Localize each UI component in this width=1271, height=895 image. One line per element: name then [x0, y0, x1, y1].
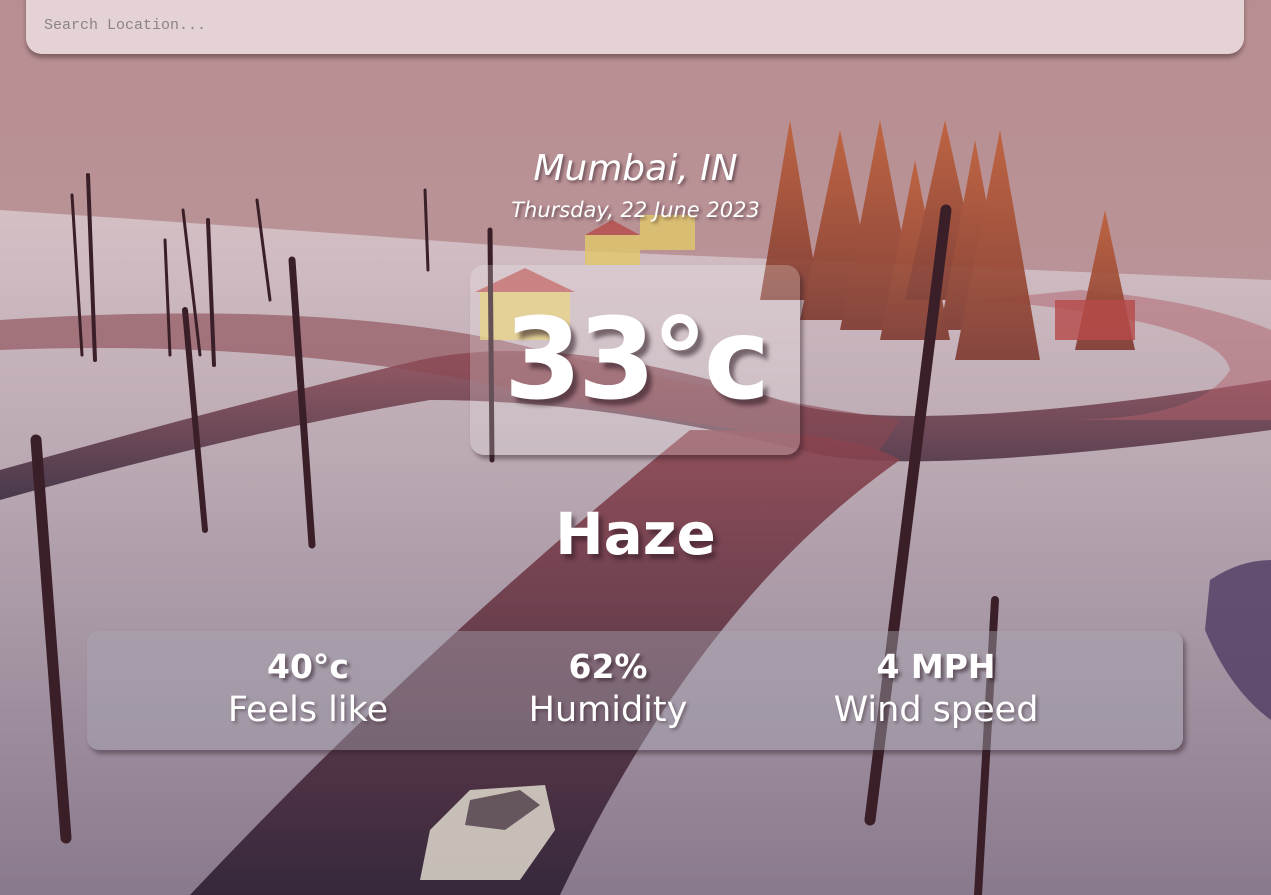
humidity-value: 62% [568, 647, 648, 686]
weather-condition: Haze [555, 500, 716, 568]
humidity-stat: 62% Humidity [529, 645, 688, 731]
feels-like-value: 40°c [267, 647, 349, 686]
wind-speed-stat: 4 MPH Wind speed [834, 645, 1039, 731]
humidity-label: Humidity [528, 690, 688, 730]
feels-like-label: Feels like [227, 690, 389, 730]
temperature-card: 33°c [470, 265, 800, 455]
wind-speed-value: 4 MPH [876, 647, 996, 686]
weather-stats-panel: 40°c Feels like 62% Humidity 4 MPH Wind … [87, 631, 1183, 750]
search-bar [26, 0, 1244, 54]
feels-like-stat: 40°c Feels like [228, 645, 388, 731]
wind-speed-label: Wind speed [833, 690, 1039, 730]
current-date: Thursday, 22 June 2023 [511, 198, 760, 222]
search-input[interactable] [44, 12, 1044, 38]
location-name: Mumbai, IN [533, 148, 738, 189]
temperature-value: 33°c [503, 295, 770, 425]
